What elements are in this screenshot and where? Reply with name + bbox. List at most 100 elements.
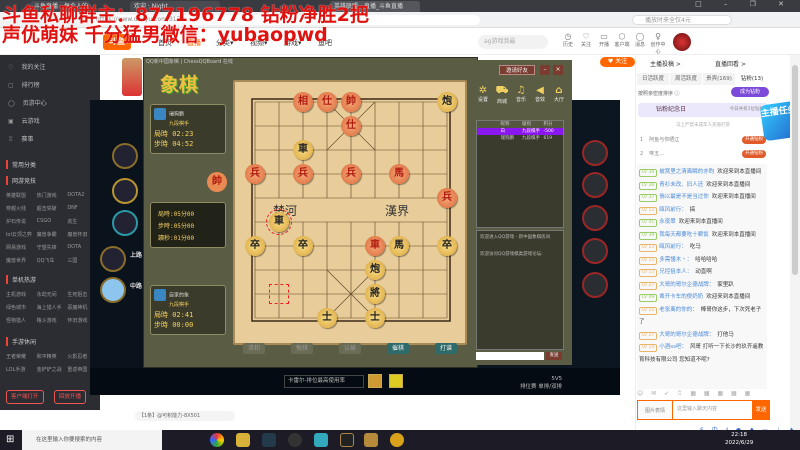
heart-button[interactable]: ♡ 关注 [578, 32, 594, 48]
sidebar-item[interactable]: ▢ 排行榜 [8, 80, 40, 89]
sidebar-category-link[interactable]: 和平精英 [37, 353, 68, 360]
summoner-spell-icon[interactable] [389, 374, 403, 388]
open-fan-badge[interactable]: 开通钻粉 [742, 136, 766, 144]
sidebar-category-link[interactable]: 魔兽世界 [6, 257, 37, 264]
chat-username[interactable]: 瓯风前行： [659, 244, 687, 250]
chrome-icon[interactable] [210, 433, 224, 447]
user-avatar[interactable] [673, 33, 691, 51]
sidebar-category-link[interactable]: 守望先锋 [37, 244, 68, 251]
black-piece[interactable]: 卒 [293, 236, 313, 256]
chat-username[interactable]: 我每天都要吃十颗饭 [659, 232, 709, 238]
window-controls[interactable]: □ – ❐ ✕ [695, 0, 794, 8]
black-piece[interactable]: 將 [365, 284, 385, 304]
tab-2[interactable]: 贵宾(169) [703, 73, 735, 85]
app-icon[interactable] [340, 433, 354, 447]
chat-username[interactable]: 永夜翠 [659, 219, 676, 225]
chess-action-button[interactable]: 求和 [243, 343, 265, 354]
client-button[interactable]: ⬡ 客户端 [614, 32, 630, 48]
tab-3[interactable]: 钻粉(13) [736, 73, 768, 85]
cart-button[interactable]: ⛟ 商城 [493, 85, 511, 105]
app-icon[interactable] [314, 433, 328, 447]
windows-start-icon[interactable]: ⊞ [6, 434, 14, 445]
tab-1[interactable]: 周活跃度 [670, 73, 702, 85]
sidebar-category-link[interactable]: lol云顶之弈 [6, 231, 37, 238]
red-piece[interactable]: 兵 [293, 164, 313, 184]
sidebar-item[interactable]: ♖ 赛事 [8, 134, 33, 143]
emoji-button[interactable]: 图片表情 [637, 400, 672, 420]
sidebar-category-link[interactable]: 英雄联盟 [6, 192, 37, 199]
summoner-spell-icon[interactable] [368, 374, 382, 388]
sidebar-category-link[interactable]: LOL手游 [6, 366, 37, 373]
lol-icon[interactable] [364, 433, 378, 447]
red-piece[interactable]: 馬 [389, 164, 409, 184]
rank-row[interactable]: 2 咻五... [640, 150, 664, 157]
open-client-button[interactable]: 客户端打开 [6, 390, 44, 404]
chess-board[interactable]: 楚河 漢界 相仕帥仕兵兵兵馬兵車炮車車卒卒馬卒炮將士士 [233, 80, 467, 345]
chat-username[interactable]: 多需懂木丶： [659, 257, 692, 263]
sidebar-item[interactable]: ♡ 我的关注 [8, 62, 45, 71]
sidebar-category-link[interactable]: 穿越火线 [6, 205, 37, 212]
table-row[interactable]: 瑞狗鹏 九段棋手 619 [477, 135, 563, 142]
chess-action-button[interactable]: 认输 [339, 343, 361, 354]
red-piece[interactable]: 相 [293, 92, 313, 112]
champion-select-dropdown[interactable]: 卡雷尔-排位最高使用率 [284, 375, 364, 388]
gear-button[interactable]: ✲ 设置 [474, 85, 492, 103]
black-piece[interactable]: 馬 [389, 236, 409, 256]
app-icon[interactable] [390, 433, 404, 447]
sidebar-category-link[interactable]: 主机游戏 [6, 291, 37, 298]
minimize-button[interactable]: – [540, 65, 550, 75]
rank-row[interactable]: 1 阿鱼与你晒辽 [640, 136, 679, 143]
close-button[interactable]: × [553, 65, 563, 75]
red-piece[interactable]: 兵 [341, 164, 361, 184]
chess-action-button[interactable]: 催棋 [387, 343, 409, 354]
chess-action-button[interactable]: 打谱 [435, 343, 457, 354]
sidebar-category-link[interactable]: 炉石传说 [6, 218, 37, 225]
app-icon[interactable] [236, 433, 250, 447]
home-button[interactable]: ⌂ 大厅 [550, 85, 568, 103]
sidebar-category-link[interactable]: 绿色城市 [6, 304, 37, 311]
replay-link[interactable]: 直播回看 > [715, 59, 746, 68]
chat-input[interactable]: 这里输入聊天内容 [672, 400, 752, 420]
chat-username[interactable]: 被窝里之清离瞬的亦昀 [659, 169, 714, 175]
red-piece[interactable]: 車 [365, 236, 385, 256]
history-button[interactable]: ◷ 历史 [560, 32, 576, 48]
taskbar-search[interactable]: 在这里输入你要搜索的内容 [22, 430, 162, 450]
sidebar-category-link[interactable]: CSGO [37, 218, 68, 225]
black-piece[interactable]: 卒 [245, 236, 265, 256]
sidebar-category-link[interactable]: 魔兽争霸 [37, 231, 68, 238]
red-piece[interactable]: 兵 [437, 188, 457, 208]
open-fan-badge[interactable]: 开通钻粉 [742, 150, 766, 158]
chat-send-button[interactable]: 发送 [752, 400, 770, 420]
app-icon[interactable] [288, 433, 302, 447]
chat-username[interactable]: 青衫未改、旧人还 [659, 182, 703, 188]
table-row[interactable]: 白 九段棋手 -500 [477, 128, 563, 135]
chat-username[interactable]: 大哥的哥尔企德战牌： [659, 282, 714, 288]
chat-username[interactable]: 瓯风前行： [659, 207, 687, 213]
page-scrollbar[interactable] [790, 55, 800, 430]
chat-username[interactable]: 大哥的哥尔企德战牌： [659, 332, 714, 338]
black-piece[interactable]: 炮 [437, 92, 457, 112]
red-piece[interactable]: 仕 [317, 92, 337, 112]
chess-send-button[interactable]: 发送 [546, 352, 562, 360]
creator-button[interactable]: ♀ 创作中心 [650, 32, 666, 55]
host-posts-link[interactable]: 主播投稿 > [650, 59, 681, 68]
chat-username[interactable]: 兄控狙本人： [659, 269, 692, 275]
invite-friends-button[interactable]: 邀请好友 [499, 65, 535, 75]
sidebar-item[interactable]: ▣ 云游戏 [8, 116, 40, 125]
streamer-thumbnail[interactable] [122, 58, 142, 96]
notice-bar[interactable]: 【1条】@可积能力-8X501 [135, 411, 235, 421]
sidebar-category-link[interactable]: 永劫无间 [37, 291, 68, 298]
message-button[interactable]: ◯ 消息 [632, 32, 648, 48]
follow-button[interactable]: ♥ 关注 [600, 57, 635, 67]
chat-username[interactable]: 老张离的你的： [659, 307, 698, 313]
sidebar-category-link[interactable]: 超击突破 [37, 205, 68, 212]
black-piece[interactable]: 卒 [437, 236, 457, 256]
chat-username[interactable]: 倘以最是不是当过你 [659, 194, 709, 200]
site-search-input[interactable]: ag游戏我最 [478, 35, 548, 49]
sidebar-category-link[interactable]: 热门游戏 [37, 192, 68, 199]
become-fan-button[interactable]: 成为钻粉 [731, 87, 769, 97]
black-piece[interactable]: 炮 [365, 260, 385, 280]
sidebar-category-link[interactable]: 格斗游戏 [37, 317, 68, 324]
clock[interactable]: 22:18 2022/6/29 [725, 431, 753, 447]
sidebar-category-link[interactable]: 网易游戏 [6, 244, 37, 251]
